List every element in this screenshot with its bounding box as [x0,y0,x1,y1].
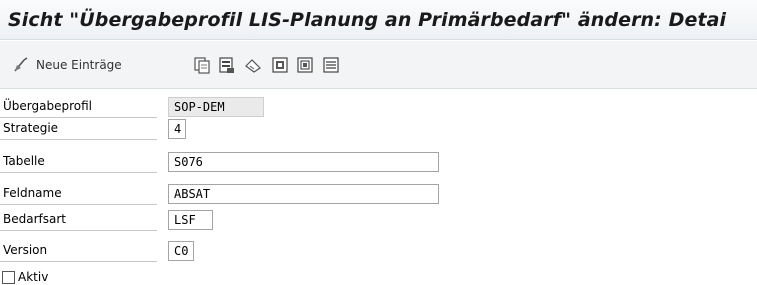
tabelle-label: Tabelle [0,151,157,173]
bedarfsart-label: Bedarfsart [0,209,157,231]
title-bar: Sicht "Übergabeprofil LIS-Planung an Pri… [0,0,757,40]
undo-icon[interactable] [244,56,262,74]
detail-form: Übergabeprofil SOP-DEM Strategie 4 Tabel… [0,96,757,285]
form-row-bedarfsart: Bedarfsart LSF [0,209,757,231]
select-all-icon[interactable] [271,56,289,74]
new-entries-icon [12,56,30,74]
copy-icon[interactable] [193,56,211,74]
strategie-label: Strategie [0,118,157,140]
application-toolbar: Neue Einträge [0,41,757,89]
bedarfsart-field[interactable]: LSF [168,210,213,230]
new-entries-label: Neue Einträge [36,58,122,72]
strategie-field[interactable]: 4 [168,119,186,139]
form-row-tabelle: Tabelle S076 [0,151,757,173]
delete-icon[interactable] [218,56,236,74]
form-row-strategie: Strategie 4 [0,118,757,140]
form-row-feldname: Feldname ABSAT [0,183,757,205]
form-row-version: Version C0 [0,240,757,262]
aktiv-checkbox[interactable] [2,270,15,284]
new-entries-button[interactable]: Neue Einträge [12,55,122,75]
uebergabeprofil-field: SOP-DEM [168,97,264,117]
aktiv-row: Aktiv [2,269,48,285]
page-title: Sicht "Übergabeprofil LIS-Planung an Pri… [8,9,727,31]
feldname-field[interactable]: ABSAT [168,184,439,204]
aktiv-label: Aktiv [18,270,49,284]
version-label: Version [0,240,157,262]
uebergabeprofil-label: Übergabeprofil [0,96,157,118]
select-block-icon[interactable] [296,56,314,74]
tabelle-field[interactable]: S076 [168,152,439,172]
form-row-uebergabeprofil: Übergabeprofil SOP-DEM [0,96,757,118]
deselect-all-icon[interactable] [322,56,340,74]
version-field[interactable]: C0 [168,241,194,261]
feldname-label: Feldname [0,183,157,205]
